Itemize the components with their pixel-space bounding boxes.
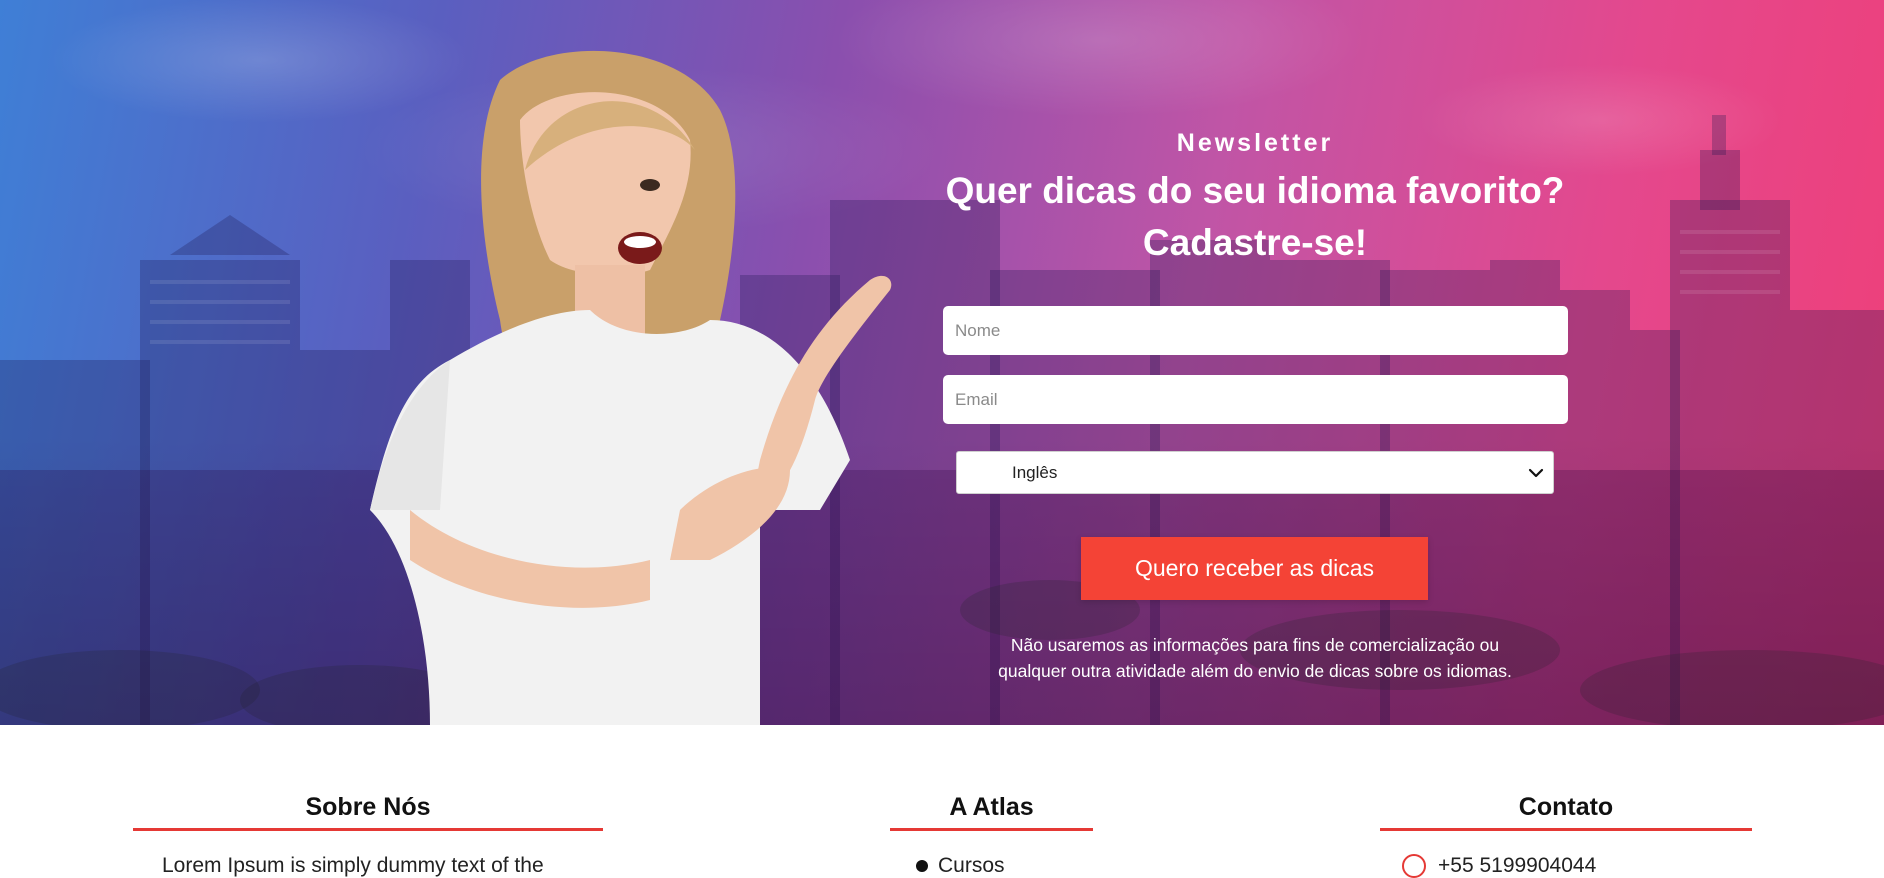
footer-contact-phone-text: +55 5199904044 bbox=[1438, 854, 1597, 877]
footer-about-underline bbox=[133, 828, 603, 831]
disclaimer-line-1: Não usaremos as informações para fins de… bbox=[1010, 635, 1500, 655]
footer-about-title: Sobre Nós bbox=[305, 793, 431, 821]
newsletter-headline-line-2: Cadastre-se! bbox=[1142, 222, 1368, 263]
bullet-icon bbox=[916, 860, 928, 872]
newsletter-eyebrow: Newsletter bbox=[1176, 129, 1334, 157]
newsletter-headline-line-1: Quer dicas do seu idioma favorito? bbox=[945, 170, 1565, 211]
footer-atlas-link-label: Cursos bbox=[938, 854, 1005, 877]
footer-atlas-underline bbox=[890, 828, 1093, 831]
footer-about-text: Lorem Ipsum is simply dummy text of the bbox=[162, 854, 544, 877]
footer-contact-title: Contato bbox=[1518, 793, 1614, 821]
newsletter-heading-block: Newsletter Quer dicas do seu idioma favo… bbox=[940, 125, 1570, 269]
newsletter-hero: Newsletter Quer dicas do seu idioma favo… bbox=[0, 0, 1884, 725]
subscribe-button[interactable]: Quero receber as dicas bbox=[1081, 537, 1428, 600]
footer-atlas-title: A Atlas bbox=[949, 793, 1034, 821]
language-select[interactable]: Inglês bbox=[956, 451, 1554, 494]
name-input[interactable] bbox=[943, 306, 1568, 355]
language-select-value: Inglês bbox=[1012, 462, 1058, 482]
footer-atlas-link-courses[interactable]: Cursos bbox=[916, 854, 1005, 878]
woman-pointing-image bbox=[370, 50, 892, 725]
footer-contact-column: Contato bbox=[1380, 790, 1752, 831]
phone-icon bbox=[1402, 854, 1426, 878]
privacy-disclaimer: Não usaremos as informações para fins de… bbox=[950, 632, 1560, 684]
footer-contact-underline bbox=[1380, 828, 1752, 831]
footer-about-column: Sobre Nós bbox=[133, 790, 603, 831]
footer-contact-phone[interactable]: +55 5199904044 bbox=[1402, 854, 1596, 878]
footer-atlas-column: A Atlas bbox=[890, 790, 1093, 831]
chevron-down-icon bbox=[1528, 468, 1544, 478]
email-input[interactable] bbox=[943, 375, 1568, 424]
disclaimer-line-2: qualquer outra atividade além do envio d… bbox=[998, 661, 1512, 681]
